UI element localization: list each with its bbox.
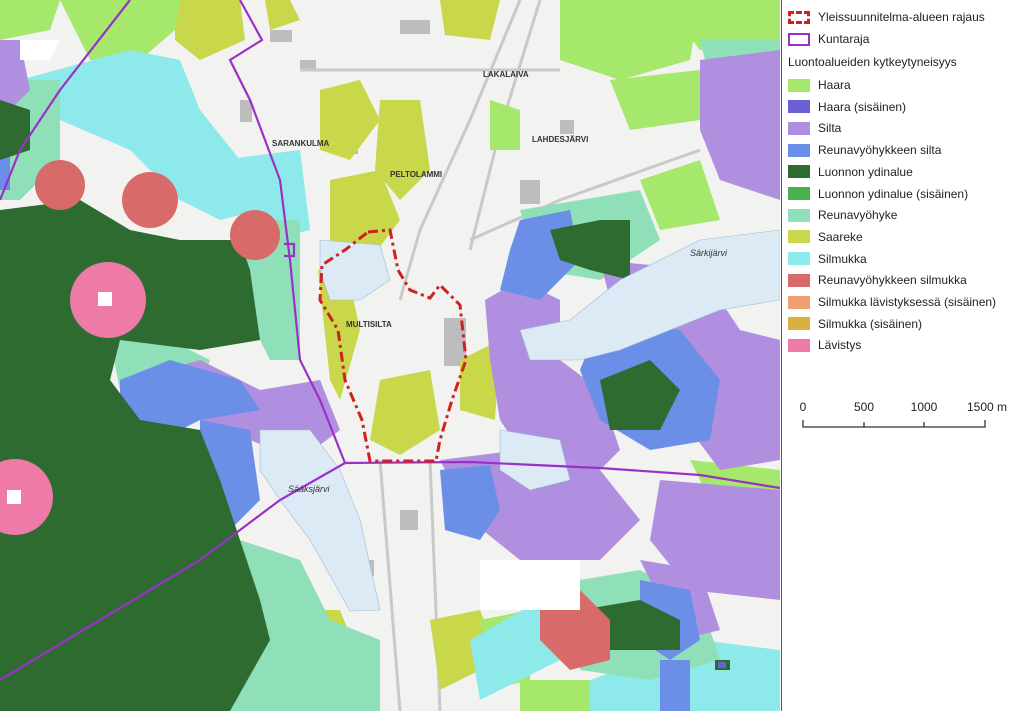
haara-sisainen-areas [718,662,726,668]
legend-swatch [788,338,810,352]
map-legend: Yleissuunnitelma-alueen rajaus Kuntaraja… [781,0,1024,711]
legend-swatch [788,273,810,287]
scale-bar: 0 500 1000 1500 m [797,400,1007,440]
legend-row: Silta [788,119,841,137]
place-label-peltolammi: PELTOLAMMI [390,170,443,179]
legend-label-boundary: Yleissuunnitelma-alueen rajaus [818,10,985,24]
legend-row: Saareke [788,228,863,246]
legend-swatch [788,143,810,157]
legend-label: Reunavyöhykkeen silmukka [818,273,967,288]
legend-swatch-boundary [788,10,810,24]
legend-swatch [788,78,810,92]
legend-row: Haara (sisäinen) [788,98,906,116]
map-view[interactable]: LAKALAIVA SARANKULMA LAHDESJÄRVI PELTOLA… [0,0,780,711]
legend-row: Reunavyöhykkeen silmukka [788,271,967,289]
legend-row: Silmukka [788,250,867,268]
legend-row: Lävistys [788,336,861,354]
legend-label: Haara [818,78,851,92]
legend-label: Luonnon ydinalue (sisäinen) [818,186,969,201]
legend-swatch [788,208,810,222]
legend-section-title: Luontoalueiden kytkeytyneisyys [788,55,957,69]
legend-label: Luonnon ydinalue [818,164,913,179]
legend-row: Reunavyöhykkeen silta [788,141,941,159]
lake-label-saaksjarvi: Sääksjärvi [288,484,330,494]
lake-label-sarkijarvi: Särkijärvi [690,248,728,258]
legend-row-boundary: Yleissuunnitelma-alueen rajaus [788,8,985,26]
legend-swatch [788,121,810,135]
legend-label: Reunavyöhykkeen silta [818,143,942,158]
scale-bar-graphic [802,420,986,428]
legend-row: Haara [788,76,851,94]
legend-swatch [788,230,810,244]
place-label-lakalaiva: LAKALAIVA [483,70,529,79]
map-canvas [0,0,780,711]
place-label-lahdesjarvi: LAHDESJÄRVI [532,135,589,144]
legend-label: Reunavyöhyke [818,208,898,223]
legend-row-municipality: Kuntaraja [788,30,869,48]
legend-swatch [788,295,810,309]
place-label-multisilta: MULTISILTA [346,320,392,329]
legend-label: Saareke [818,229,863,244]
legend-row: Silmukka (sisäinen) [788,315,922,333]
legend-label: Haara (sisäinen) [818,99,907,114]
legend-swatch [788,252,810,266]
legend-label: Lävistys [818,338,862,353]
legend-row: Reunavyöhyke [788,206,897,224]
legend-swatch [788,100,810,114]
legend-row: Luonnon ydinalue (sisäinen) [788,185,968,203]
legend-label: Silmukka lävistyksessä (sisäinen) [818,295,997,309]
legend-row: Silmukka lävistyksessä (sisäinen) [788,293,996,311]
legend-swatch [788,165,810,179]
legend-swatch-municipality [788,32,810,46]
legend-label: Silmukka (sisäinen) [818,316,923,331]
legend-row: Luonnon ydinalue [788,163,913,181]
legend-label: Silta [818,121,842,136]
legend-swatch [788,317,810,331]
legend-label: Silmukka [818,251,867,266]
place-label-sarankulma: SARANKULMA [272,139,330,148]
legend-swatch [788,187,810,200]
legend-label-municipality: Kuntaraja [818,32,870,46]
